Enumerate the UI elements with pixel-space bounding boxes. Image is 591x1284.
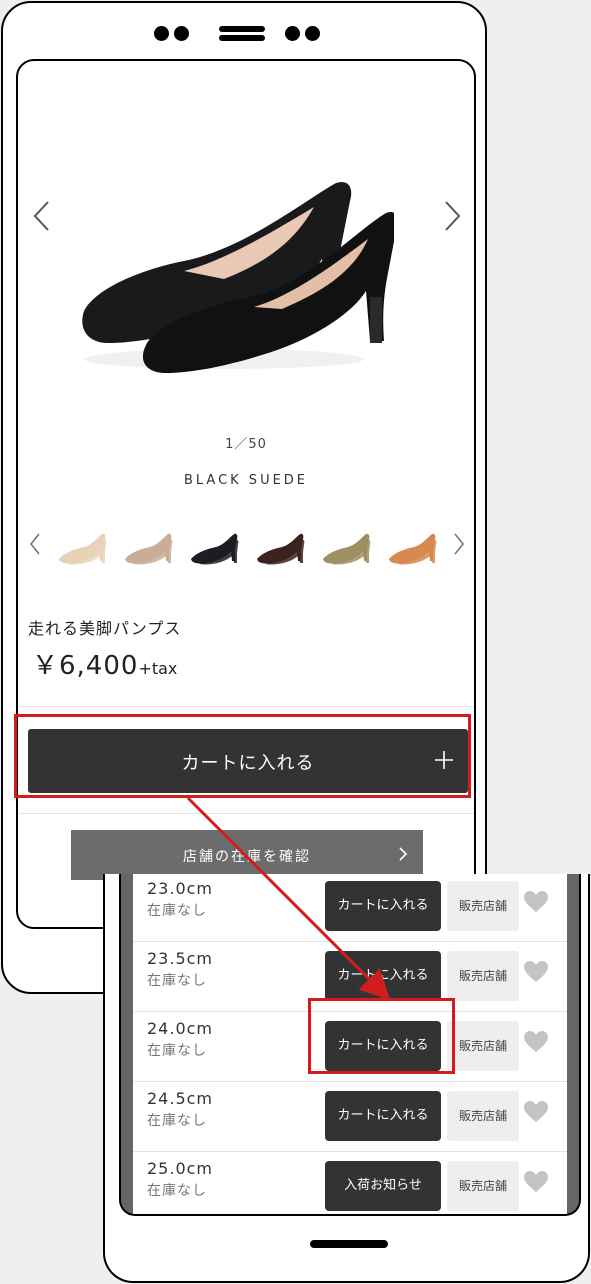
phone-speaker [3, 23, 485, 45]
color-swatch-black[interactable] [188, 529, 240, 565]
highlight-add-to-cart [14, 714, 471, 798]
sensor-dot [285, 26, 300, 41]
size-row: 23.0cm 在庫なし カートに入れる 販売店舗 [133, 874, 567, 942]
chevron-left-icon [33, 201, 49, 231]
speaker-bar [219, 26, 265, 32]
sensor-dot [174, 26, 189, 41]
gallery-next-button[interactable] [442, 199, 462, 233]
stock-status: 在庫なし [147, 973, 207, 989]
price-tax: +tax [138, 659, 178, 678]
swatch-prev-button[interactable] [28, 531, 42, 557]
favorite-heart-icon[interactable] [523, 1100, 549, 1124]
stock-status: 在庫なし [147, 1113, 207, 1129]
stock-status: 在庫なし [147, 1043, 207, 1059]
size-add-to-cart-button[interactable]: カートに入れる [325, 1091, 441, 1141]
size-label: 24.0cm [147, 1019, 214, 1038]
stock-status: 在庫なし [147, 903, 207, 919]
product-name: 走れる美脚パンプス [28, 619, 182, 638]
chevron-right-icon [445, 201, 461, 231]
store-list-button[interactable]: 販売店舗 [447, 951, 519, 1001]
gallery-counter: 1／50 [225, 437, 267, 452]
color-swatch-beige[interactable] [56, 529, 108, 565]
size-label: 23.0cm [147, 879, 214, 898]
size-label: 23.5cm [147, 949, 214, 968]
size-label: 25.0cm [147, 1159, 214, 1178]
store-list-button[interactable]: 販売店舗 [447, 1021, 519, 1071]
color-swatch-dark-brown[interactable] [254, 529, 306, 565]
color-swatch-list [54, 529, 450, 567]
chevron-right-icon [397, 840, 409, 876]
size-add-to-cart-button[interactable]: カートに入れる [325, 951, 441, 1001]
divider [18, 706, 474, 707]
favorite-heart-icon[interactable] [523, 960, 549, 984]
chevron-left-icon [29, 533, 40, 555]
color-name: BLACK SUEDE [183, 473, 309, 488]
restock-notify-button[interactable]: 入荷お知らせ [325, 1161, 441, 1211]
highlight-size-cart-button [308, 998, 455, 1074]
stock-status: 在庫なし [147, 1183, 207, 1199]
store-list-button[interactable]: 販売店舗 [447, 1161, 519, 1211]
phone-frame-size-list: 23.0cm 在庫なし カートに入れる 販売店舗 23.5cm 在庫なし カートに入れる 販売… [103, 874, 590, 1283]
size-row: 24.5cm 在庫なし カートに入れる 販売店舗 [133, 1082, 567, 1152]
favorite-heart-icon[interactable] [523, 1170, 549, 1194]
camera-dot [305, 26, 320, 41]
store-list-button[interactable]: 販売店舗 [447, 1091, 519, 1141]
swatch-next-button[interactable] [452, 531, 466, 557]
size-row: 25.0cm 在庫なし 入荷お知らせ 販売店舗 [133, 1152, 567, 1214]
color-swatch-khaki[interactable] [320, 529, 372, 565]
size-label: 24.5cm [147, 1089, 214, 1108]
product-screen: 1／50 BLACK SUEDE 走れる美脚パンプス ￥6,400+tax カー… [16, 59, 476, 929]
check-store-stock-button[interactable]: 店舗の在庫を確認 [71, 830, 423, 880]
favorite-heart-icon[interactable] [523, 890, 549, 914]
chevron-right-icon [454, 533, 465, 555]
gallery-prev-button[interactable] [32, 199, 52, 233]
price-value: ￥6,400 [32, 651, 139, 681]
home-indicator [310, 1240, 388, 1248]
favorite-heart-icon[interactable] [523, 1030, 549, 1054]
camera-dot [154, 26, 169, 41]
color-swatch-greige[interactable] [122, 529, 174, 565]
product-image [82, 181, 394, 373]
product-price: ￥6,400+tax [32, 645, 177, 682]
store-list-button[interactable]: 販売店舗 [447, 881, 519, 931]
divider [18, 813, 474, 814]
color-swatch-camel[interactable] [386, 529, 438, 565]
check-store-stock-label: 店舗の在庫を確認 [183, 849, 311, 865]
phone-frame-product: 1／50 BLACK SUEDE 走れる美脚パンプス ￥6,400+tax カー… [1, 1, 487, 994]
speaker-bar [219, 35, 265, 41]
size-add-to-cart-button[interactable]: カートに入れる [325, 881, 441, 931]
